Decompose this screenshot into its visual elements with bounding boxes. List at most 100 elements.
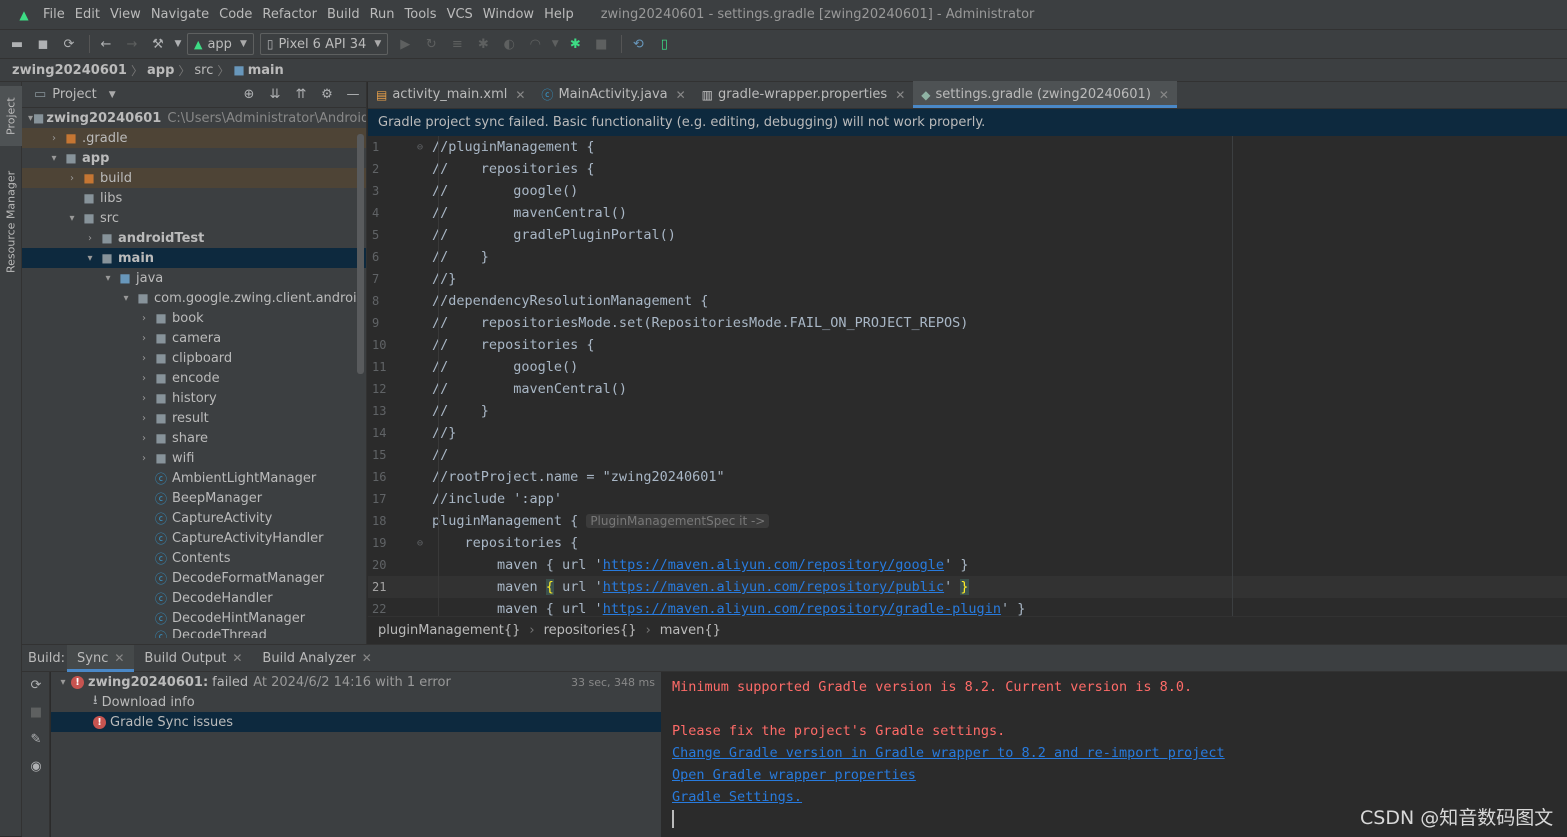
- menu-code[interactable]: Code: [214, 7, 257, 22]
- project-tool-tab[interactable]: Project: [0, 86, 22, 146]
- nav-crumb-project[interactable]: zwing20240601: [12, 63, 127, 78]
- chevron-down-icon[interactable]: ▾: [118, 293, 134, 304]
- tree-item-class[interactable]: ⓒ CaptureActivityHandler: [22, 528, 366, 548]
- tree-item-libs[interactable]: ■ libs: [22, 188, 366, 208]
- tab-mainactivity-java[interactable]: ⓒ MainActivity.java ✕: [533, 81, 693, 108]
- tab-build-analyzer[interactable]: Build Analyzer ✕: [252, 645, 381, 672]
- tree-item-class[interactable]: ⓒ Contents: [22, 548, 366, 568]
- device-select[interactable]: ▯ Pixel 6 API 34 ▼: [259, 33, 389, 55]
- fold-icon[interactable]: ⊖: [408, 142, 432, 153]
- tree-item-class[interactable]: ⓒ DecodeHandler: [22, 588, 366, 608]
- tree-item-src[interactable]: ▾ ■ src: [22, 208, 366, 228]
- chevron-right-icon[interactable]: ›: [136, 453, 152, 464]
- nav-crumb-src[interactable]: src: [194, 63, 213, 78]
- chevron-down-icon[interactable]: ▼: [173, 33, 183, 55]
- forward-icon[interactable]: →: [121, 33, 143, 55]
- open-wrapper-properties-link[interactable]: Open Gradle wrapper properties: [672, 764, 1557, 786]
- fold-icon[interactable]: ⊖: [408, 538, 432, 549]
- chevron-right-icon[interactable]: ›: [82, 233, 98, 244]
- run-config-select[interactable]: ▲ app ▼: [187, 33, 254, 55]
- sync-tree-root[interactable]: ▾ ! zwing20240601: failed At 2024/6/2 14…: [51, 672, 661, 692]
- tree-item-class[interactable]: ⓒ CaptureActivity: [22, 508, 366, 528]
- tree-item-app[interactable]: ▾ ■ app: [22, 148, 366, 168]
- tree-item-main[interactable]: ▾ ■ main: [22, 248, 366, 268]
- stop-icon[interactable]: ■: [22, 699, 50, 726]
- tree-item-wifi[interactable]: › ■ wifi: [22, 448, 366, 468]
- tree-vertical-scrollbar[interactable]: [357, 134, 364, 374]
- close-icon[interactable]: ✕: [895, 88, 905, 102]
- chevron-down-icon[interactable]: ▾: [82, 253, 98, 264]
- editor-crumb[interactable]: maven{}: [660, 623, 721, 638]
- eye-icon[interactable]: ◉: [22, 753, 50, 780]
- chevron-down-icon[interactable]: ▼: [109, 90, 116, 100]
- tree-item-class[interactable]: ⓒ DecodeThread: [22, 628, 366, 638]
- tab-sync[interactable]: Sync ✕: [67, 644, 135, 672]
- code-editor[interactable]: 1 ⊖//pluginManagement { 2// repositories …: [368, 136, 1567, 616]
- locate-icon[interactable]: ⊕: [236, 87, 262, 102]
- debug-icon[interactable]: ✱: [472, 33, 494, 55]
- tree-item-result[interactable]: › ■ result: [22, 408, 366, 428]
- run-icon[interactable]: ▶: [394, 33, 416, 55]
- tree-item-gradle[interactable]: › ■ .gradle: [22, 128, 366, 148]
- device-manager-icon[interactable]: ▯: [653, 33, 675, 55]
- tree-item-book[interactable]: › ■ book: [22, 308, 366, 328]
- menu-navigate[interactable]: Navigate: [146, 7, 214, 22]
- menu-build[interactable]: Build: [322, 7, 365, 22]
- code-url[interactable]: https://maven.aliyun.com/repository/publ…: [603, 579, 944, 595]
- chevron-right-icon[interactable]: ›: [136, 413, 152, 424]
- tab-settings-gradle[interactable]: ◆ settings.gradle (zwing20240601) ✕: [913, 81, 1177, 108]
- menu-help[interactable]: Help: [539, 7, 579, 22]
- tree-item-java[interactable]: ▾ ■ java: [22, 268, 366, 288]
- close-icon[interactable]: ✕: [114, 651, 124, 665]
- chevron-right-icon[interactable]: ›: [136, 353, 152, 364]
- profile-icon[interactable]: ◐: [498, 33, 520, 55]
- stop-icon[interactable]: ■: [590, 33, 612, 55]
- menu-view[interactable]: View: [105, 7, 146, 22]
- tree-item-history[interactable]: › ■ history: [22, 388, 366, 408]
- chevron-down-icon[interactable]: ▾: [55, 677, 71, 688]
- editor-crumb[interactable]: pluginManagement{}: [378, 623, 520, 638]
- expand-all-icon[interactable]: ⇊: [262, 87, 288, 102]
- sync-icon[interactable]: ⟳: [58, 33, 80, 55]
- close-icon[interactable]: ✕: [362, 651, 372, 665]
- menu-refactor[interactable]: Refactor: [257, 7, 322, 22]
- editor-crumb[interactable]: repositories{}: [544, 623, 637, 638]
- nav-crumb-app[interactable]: app: [147, 63, 174, 78]
- attach-debugger-icon[interactable]: ◠: [524, 33, 546, 55]
- gear-icon[interactable]: ⚙: [314, 87, 340, 102]
- close-icon[interactable]: ✕: [515, 88, 525, 102]
- tab-gradle-wrapper-properties[interactable]: ▥ gradle-wrapper.properties ✕: [694, 81, 914, 108]
- menu-window[interactable]: Window: [478, 7, 539, 22]
- collapse-all-icon[interactable]: ⇈: [288, 87, 314, 102]
- chevron-down-icon[interactable]: ▾: [100, 273, 116, 284]
- tree-item-package[interactable]: ▾ ■ com.google.zwing.client.android: [22, 288, 366, 308]
- open-folder-icon[interactable]: ▬: [6, 33, 28, 55]
- chevron-right-icon[interactable]: ›: [136, 373, 152, 384]
- code-url[interactable]: https://maven.aliyun.com/repository/grad…: [603, 601, 1001, 616]
- close-icon[interactable]: ✕: [676, 88, 686, 102]
- tree-item-androidtest[interactable]: › ■ androidTest: [22, 228, 366, 248]
- tree-item-share[interactable]: › ■ share: [22, 428, 366, 448]
- back-icon[interactable]: ←: [95, 33, 117, 55]
- tree-item-build[interactable]: › ■ build: [22, 168, 366, 188]
- tab-activity-main-xml[interactable]: ▤ activity_main.xml ✕: [368, 81, 533, 108]
- build-hammer-icon[interactable]: ⚒: [147, 33, 169, 55]
- close-icon[interactable]: ✕: [1159, 88, 1169, 102]
- chevron-right-icon[interactable]: ›: [136, 333, 152, 344]
- apply-code-changes-icon[interactable]: ≡: [446, 33, 468, 55]
- project-view-select[interactable]: Project: [52, 87, 96, 102]
- chevron-down-icon[interactable]: ▾: [64, 213, 80, 224]
- tab-build-output[interactable]: Build Output ✕: [134, 645, 252, 672]
- attach-process-icon[interactable]: ✱: [564, 33, 586, 55]
- minimize-icon[interactable]: —: [340, 87, 366, 102]
- tree-item-clipboard[interactable]: › ■ clipboard: [22, 348, 366, 368]
- menu-tools[interactable]: Tools: [400, 7, 442, 22]
- pin-icon[interactable]: ✎: [22, 726, 50, 753]
- tree-item-class[interactable]: ⓒ BeepManager: [22, 488, 366, 508]
- chevron-right-icon[interactable]: ›: [136, 393, 152, 404]
- menu-edit[interactable]: Edit: [70, 7, 105, 22]
- resource-manager-tool-tab[interactable]: Resource Manager: [0, 162, 22, 282]
- chevron-right-icon[interactable]: ›: [64, 173, 80, 184]
- apply-changes-icon[interactable]: ↻: [420, 33, 442, 55]
- menu-file[interactable]: File: [38, 7, 70, 22]
